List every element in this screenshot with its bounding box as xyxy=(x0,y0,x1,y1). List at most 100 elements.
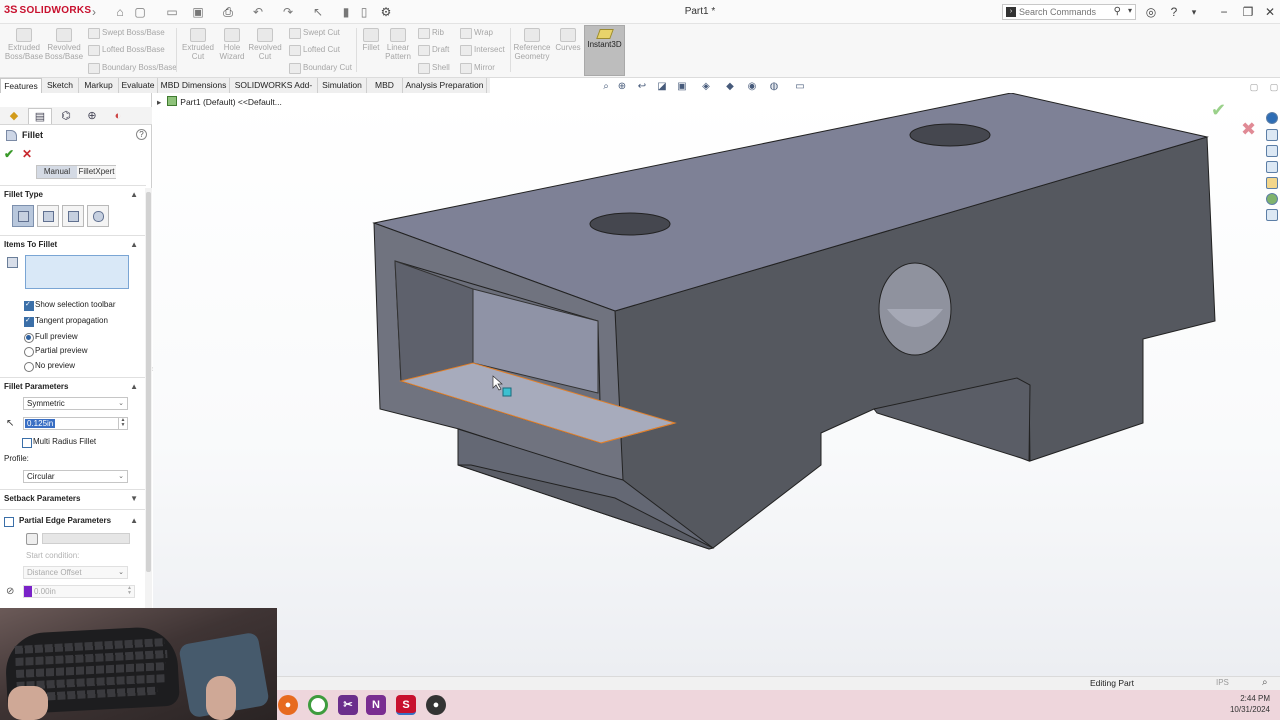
extruded-cut-button[interactable]: Extruded Cut xyxy=(180,26,216,76)
select-icon[interactable]: ↖ xyxy=(310,4,326,20)
filletxpert-mode-tab[interactable]: FilletXpert xyxy=(77,166,116,178)
reference-geometry-button[interactable]: Reference Geometry xyxy=(512,26,552,76)
design-library-icon[interactable] xyxy=(1266,145,1278,157)
curves-button[interactable]: Curves xyxy=(554,26,582,76)
instant3d-button[interactable]: Instant3D xyxy=(584,25,625,76)
zoom-to-fit-icon[interactable]: ⌕ xyxy=(599,81,613,93)
partial-edge-header-collapse[interactable]: ▲ xyxy=(124,515,138,527)
unit-system-indicator[interactable]: IPS xyxy=(1216,678,1229,687)
appearances-icon[interactable] xyxy=(1266,193,1278,205)
fillet-type-header[interactable]: Fillet Type ▲ xyxy=(4,189,138,201)
help-icon[interactable]: ? xyxy=(136,129,147,140)
obs-taskbar-icon[interactable]: ● xyxy=(426,695,446,715)
tab-simulation[interactable]: Simulation xyxy=(318,78,367,93)
tangent-propagation-checkbox[interactable]: Tangent propagation xyxy=(24,315,108,327)
ok-check-button[interactable]: ✔ xyxy=(4,147,14,161)
confirmation-ok-icon[interactable]: ✔ xyxy=(1211,100,1226,121)
section-view-icon[interactable]: ◪ xyxy=(655,81,669,93)
scrollbar-thumb[interactable] xyxy=(146,192,151,572)
zoom-to-area-icon[interactable]: ⊕ xyxy=(615,81,629,93)
setback-parameters-header[interactable]: Setback Parameters ▼ xyxy=(4,493,138,505)
radius-spinner[interactable]: ▲ ▼ xyxy=(118,418,127,429)
profile-dropdown[interactable]: Circular ⌄ xyxy=(23,470,128,483)
solidworks-resources-icon[interactable] xyxy=(1266,112,1278,124)
search-commands-box[interactable]: › ⚲ ▾ xyxy=(1002,4,1136,20)
view-settings-icon[interactable]: ▭ xyxy=(793,81,807,93)
dimxpert-tab-icon[interactable]: ⊕ xyxy=(80,108,104,124)
top-hole-back[interactable] xyxy=(909,123,991,147)
help-dropdown-icon[interactable]: ▾ xyxy=(1186,4,1202,20)
tab-sketch[interactable]: Sketch xyxy=(42,78,79,93)
edit-appearance-icon[interactable]: ◍ xyxy=(767,81,781,93)
configuration-manager-tab-icon[interactable]: ⌬ xyxy=(54,108,78,124)
file-explorer-icon[interactable] xyxy=(1266,161,1278,173)
lofted-cut-button[interactable]: Lofted Cut xyxy=(289,43,340,57)
help-icon[interactable]: ? xyxy=(1166,4,1182,20)
close-icon[interactable]: ✕ xyxy=(1262,4,1278,20)
tab-features[interactable]: Features xyxy=(0,78,42,93)
panel-scrollbar[interactable] xyxy=(145,188,152,608)
dynamic-annotation-icon[interactable]: ▣ xyxy=(675,81,689,93)
constant-size-fillet-button[interactable] xyxy=(12,205,34,227)
previous-view-icon[interactable]: ↩ xyxy=(635,81,649,93)
graphics-area[interactable]: ▸ Part1 (Default) <<Default... ⌕ ⊕ ↩ ◪ ▣… xyxy=(153,81,1280,676)
tab-markup[interactable]: Markup xyxy=(79,78,119,93)
intersect-button[interactable]: Intersect xyxy=(460,43,505,57)
show-selection-toolbar-checkbox[interactable]: Show selection toolbar xyxy=(24,299,116,311)
menu-expand-icon[interactable]: › xyxy=(86,4,102,20)
wrap-button[interactable]: Wrap xyxy=(460,26,493,40)
edge-selection-marker[interactable] xyxy=(502,387,512,397)
minimize-icon[interactable]: − xyxy=(1216,4,1232,20)
boundary-boss-button[interactable]: Boundary Boss/Base xyxy=(88,61,177,75)
tab-solidworks-addins[interactable]: SOLIDWORKS Add-Ins xyxy=(230,78,318,105)
tab-mbd[interactable]: MBD xyxy=(367,78,403,93)
radius-input[interactable]: 0.125in ▲ ▼ xyxy=(23,417,128,430)
rib-button[interactable]: Rib xyxy=(418,26,444,40)
shell-button[interactable]: Shell xyxy=(418,61,450,75)
partial-edge-parameters-checkbox[interactable]: Partial Edge Parameters xyxy=(4,515,111,527)
revolved-cut-button[interactable]: Revolved Cut xyxy=(248,26,282,76)
manual-mode-tab[interactable]: Manual xyxy=(37,166,77,178)
draft-button[interactable]: Draft xyxy=(418,43,449,57)
items-to-fillet-listbox[interactable] xyxy=(25,255,129,289)
firefox-taskbar-icon[interactable]: ● xyxy=(278,695,298,715)
extruded-boss-button[interactable]: Extruded Boss/Base xyxy=(4,26,44,76)
status-customize-icon[interactable]: ⌕ xyxy=(1262,677,1268,688)
hole-wizard-button[interactable]: Hole Wizard xyxy=(216,26,248,76)
solidworks-logo[interactable]: 3S SOLIDWORKS xyxy=(4,4,91,16)
chevron-down-icon[interactable]: ▾ xyxy=(1128,6,1132,15)
full-round-fillet-button[interactable] xyxy=(87,205,109,227)
restore-icon[interactable]: ❐ xyxy=(1240,4,1256,20)
items-to-fillet-header[interactable]: Items To Fillet ▲ xyxy=(4,239,138,251)
hide-show-items-icon[interactable]: ◉ xyxy=(745,81,759,93)
lofted-boss-button[interactable]: Lofted Boss/Base xyxy=(88,43,165,57)
no-preview-radio[interactable]: No preview xyxy=(24,360,75,372)
mirror-button[interactable]: Mirror xyxy=(460,61,495,75)
boundary-cut-button[interactable]: Boundary Cut xyxy=(289,61,352,75)
revolved-boss-button[interactable]: Revolved Boss/Base xyxy=(44,26,84,76)
collapse-icon[interactable]: ▲ xyxy=(130,189,138,201)
fillet-button[interactable]: Fillet xyxy=(358,26,384,76)
linear-pattern-button[interactable]: Linear Pattern xyxy=(384,26,412,76)
variable-size-fillet-button[interactable] xyxy=(37,205,59,227)
collapse-icon[interactable]: ▲ xyxy=(130,381,138,393)
feature-manager-tab-icon[interactable]: ◆ xyxy=(2,108,26,124)
cancel-x-button[interactable]: ✕ xyxy=(22,147,32,161)
tab-evaluate[interactable]: Evaluate xyxy=(119,78,158,93)
top-hole-front[interactable] xyxy=(589,212,671,236)
collapse-icon[interactable]: ▲ xyxy=(130,239,138,251)
solidworks-taskbar-icon[interactable]: S xyxy=(396,695,416,715)
home-icon[interactable] xyxy=(1266,129,1278,141)
face-fillet-button[interactable] xyxy=(62,205,84,227)
display-style-icon[interactable]: ◆ xyxy=(723,81,737,93)
property-manager-tab-icon[interactable]: ▤ xyxy=(28,108,52,124)
user-account-icon[interactable]: ◎ xyxy=(1143,4,1159,20)
snipping-tool-taskbar-icon[interactable]: ✂ xyxy=(338,695,358,715)
chrome-taskbar-icon[interactable] xyxy=(308,695,328,715)
open-folder-icon[interactable]: ▭ xyxy=(164,4,180,20)
fillet-parameters-header[interactable]: Fillet Parameters ▲ xyxy=(4,381,138,393)
save-icon[interactable]: ▣ xyxy=(190,4,206,20)
new-document-icon[interactable]: ▢ xyxy=(132,4,148,20)
custom-properties-icon[interactable] xyxy=(1266,209,1278,221)
partial-preview-radio[interactable]: Partial preview xyxy=(24,345,87,357)
